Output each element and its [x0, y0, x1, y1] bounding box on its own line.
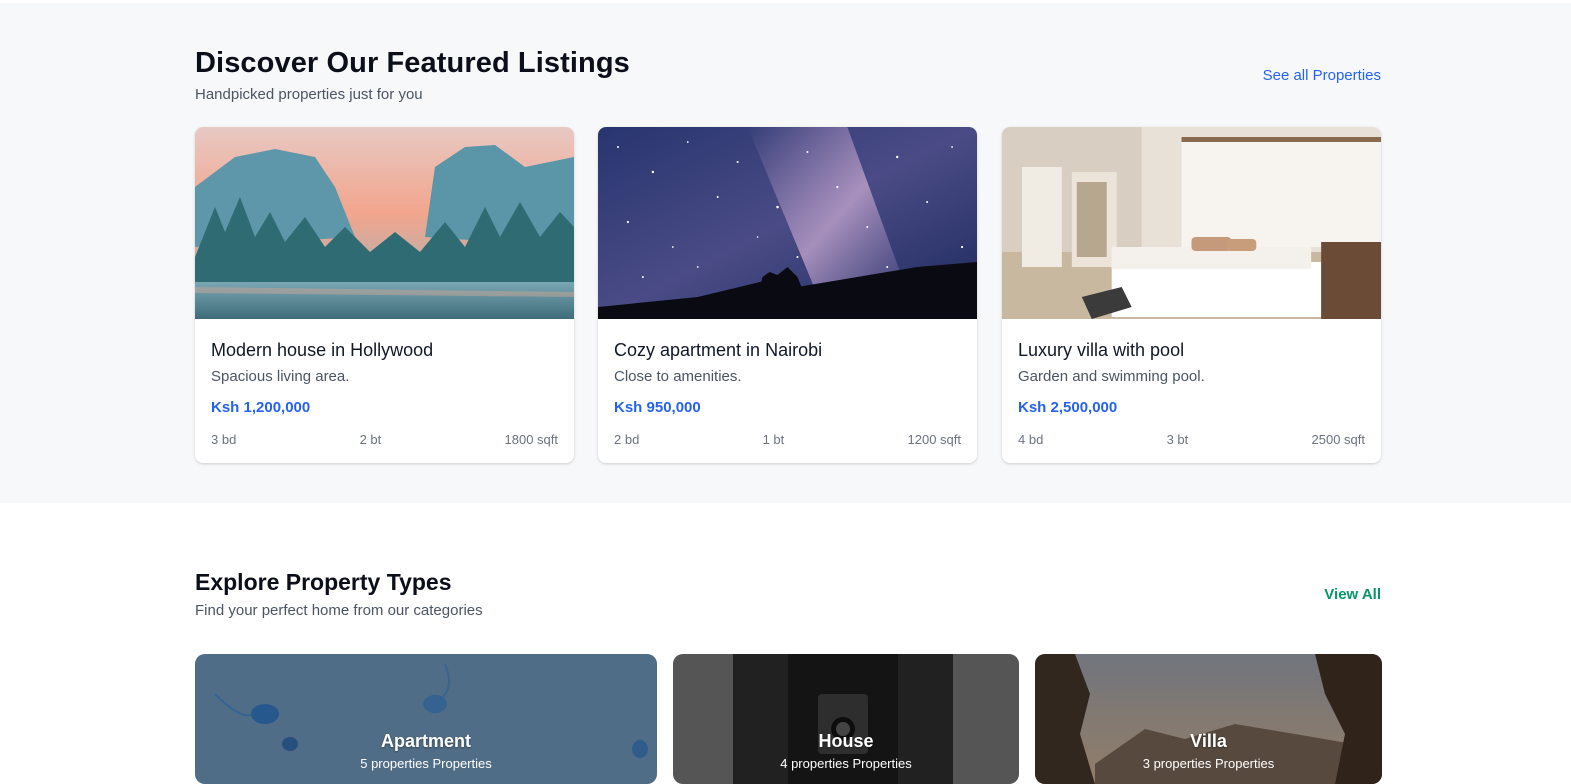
listing-price: Ksh 2,500,000 [1018, 399, 1118, 416]
category-label: House [818, 731, 874, 751]
view-all-types-link[interactable]: View All [1324, 586, 1381, 603]
listing-baths: 2 bt [359, 432, 382, 447]
listing-area: 2500 sqft [1311, 432, 1366, 447]
category-count: 4 properties Properties [780, 756, 912, 771]
listing-title: Cozy apartment in Nairobi [614, 340, 823, 360]
listing-price: Ksh 1,200,000 [211, 399, 311, 416]
listing-area: 1800 sqft [504, 432, 559, 447]
listing-beds: 4 bd [1018, 432, 1044, 447]
listing-title: Luxury villa with pool [1018, 340, 1185, 360]
category-card-villa[interactable]: Villa 3 properties Properties [1035, 654, 1382, 784]
listing-cards: Modern house in Hollywood Spacious livin… [195, 127, 1382, 463]
types-title: Explore Property Types [195, 569, 452, 595]
listing-meta: 4 bd 3 bt 2500 sqft [1018, 432, 1365, 447]
category-card-house[interactable]: House 4 properties Properties [673, 654, 1019, 784]
listing-description: Close to amenities. [614, 368, 742, 385]
category-label: Apartment [380, 731, 471, 751]
category-card-apartment[interactable]: Apartment 5 properties Properties [195, 654, 657, 784]
listing-card[interactable]: Cozy apartment in Nairobi Close to ameni… [598, 127, 977, 463]
category-count: 5 properties Properties [360, 756, 492, 771]
featured-listings-section: Discover Our Featured Listings Handpicke… [0, 3, 1571, 503]
listing-image [1002, 127, 1381, 319]
category-label: Villa [1190, 731, 1227, 751]
listing-beds: 3 bd [211, 432, 237, 447]
listing-beds: 2 bd [614, 432, 640, 447]
listing-image [598, 127, 977, 319]
listing-title: Modern house in Hollywood [211, 340, 434, 360]
listing-baths: 3 bt [1166, 432, 1189, 447]
listing-meta: 2 bd 1 bt 1200 sqft [614, 432, 961, 447]
featured-title: Discover Our Featured Listings [195, 47, 630, 79]
listing-meta: 3 bd 2 bt 1800 sqft [211, 432, 558, 447]
listing-card[interactable]: Modern house in Hollywood Spacious livin… [195, 127, 574, 463]
listing-description: Garden and swimming pool. [1018, 368, 1205, 385]
see-all-properties-link[interactable]: See all Properties [1263, 67, 1381, 84]
featured-subtitle: Handpicked properties just for you [195, 86, 423, 103]
listing-card[interactable]: Luxury villa with pool Garden and swimmi… [1002, 127, 1381, 463]
listing-area: 1200 sqft [907, 432, 962, 447]
listing-description: Spacious living area. [211, 368, 350, 385]
types-subtitle: Find your perfect home from our categori… [195, 602, 483, 619]
listing-image [195, 127, 574, 319]
category-count: 3 properties Properties [1142, 756, 1275, 771]
listing-baths: 1 bt [762, 432, 785, 447]
listing-price: Ksh 950,000 [614, 399, 701, 416]
